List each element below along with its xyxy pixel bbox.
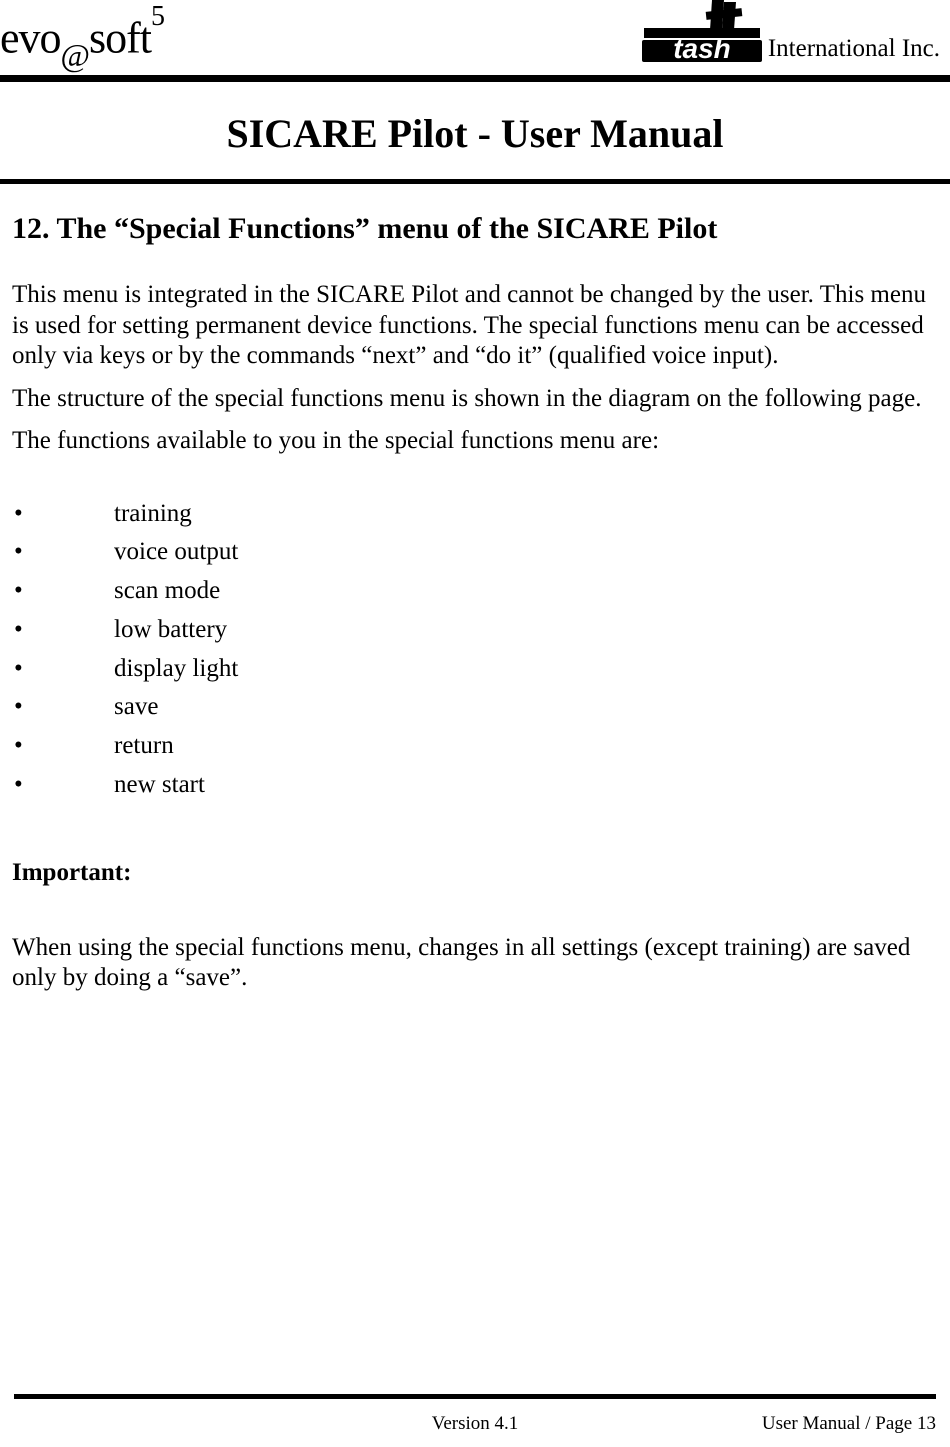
paragraph-2: The structure of the special functions m… <box>12 384 938 415</box>
footer-version: Version 4.1 <box>323 1413 627 1435</box>
product-part-evo: evo <box>0 13 61 62</box>
list-item-label: display light <box>114 650 238 689</box>
bullet-icon: • <box>12 611 114 650</box>
svg-text:tash: tash <box>673 33 731 62</box>
product-part-5: 5 <box>151 1 164 32</box>
bullet-icon: • <box>12 572 114 611</box>
tash-logo-icon: tash <box>642 0 762 67</box>
header-rule <box>0 75 950 82</box>
page-header: evo@soft5 tash International Inc. <box>0 0 950 75</box>
bullet-icon: • <box>12 727 114 766</box>
document-title: SICARE Pilot - User Manual <box>0 110 950 157</box>
company-name: International Inc. <box>768 35 940 67</box>
list-item: • return <box>12 727 938 766</box>
list-item: • new start <box>12 766 938 805</box>
list-item: • training <box>12 495 938 534</box>
company-block: tash International Inc. <box>642 0 940 67</box>
product-part-soft: soft <box>89 13 151 62</box>
important-text: When using the special functions menu, c… <box>12 933 938 994</box>
content-area: 12. The “Special Functions” menu of the … <box>0 184 950 1447</box>
section-heading: 12. The “Special Functions” menu of the … <box>12 212 938 246</box>
document-page: evo@soft5 tash International Inc. <box>0 0 950 1447</box>
list-item: • low battery <box>12 611 938 650</box>
bullet-icon: • <box>12 533 114 572</box>
list-item-label: scan mode <box>114 572 220 611</box>
list-item: • save <box>12 688 938 727</box>
list-item-label: return <box>114 727 174 766</box>
list-item-label: new start <box>114 766 205 805</box>
title-wrap: SICARE Pilot - User Manual <box>0 82 950 179</box>
list-item: • display light <box>12 650 938 689</box>
product-name: evo@soft5 <box>0 15 164 67</box>
important-label: Important: <box>12 859 938 887</box>
list-item-label: training <box>114 495 192 534</box>
product-part-at: @ <box>61 37 89 73</box>
paragraph-1: This menu is integrated in the SICARE Pi… <box>12 280 938 372</box>
footer-inner: Version 4.1 User Manual / Page 13 <box>14 1399 936 1435</box>
list-item-label: low battery <box>114 611 227 650</box>
list-item-label: voice output <box>114 533 238 572</box>
bullet-icon: • <box>12 495 114 534</box>
list-item: • voice output <box>12 533 938 572</box>
paragraph-3: The functions available to you in the sp… <box>12 426 938 457</box>
bullet-icon: • <box>12 688 114 727</box>
list-item: • scan mode <box>12 572 938 611</box>
bullet-icon: • <box>12 766 114 805</box>
bullet-list: • training • voice output • scan mode • … <box>12 495 938 805</box>
page-footer: Version 4.1 User Manual / Page 13 <box>0 1394 950 1447</box>
bullet-icon: • <box>12 650 114 689</box>
footer-page: User Manual / Page 13 <box>632 1413 936 1435</box>
list-item-label: save <box>114 688 158 727</box>
